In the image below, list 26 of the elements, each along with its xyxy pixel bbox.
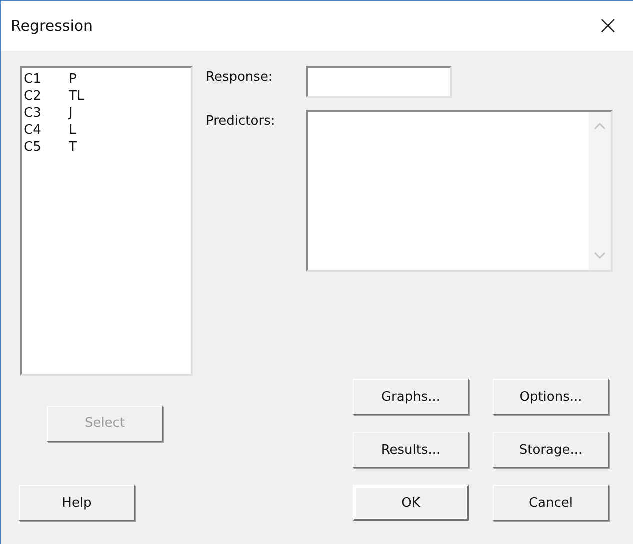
variable-name[interactable]: L bbox=[69, 122, 76, 139]
dialog-button[interactable]: Graphs... bbox=[353, 379, 469, 415]
predictors-label: Predictors: bbox=[206, 113, 276, 131]
dialog-button[interactable]: OK bbox=[353, 485, 469, 521]
variable-list[interactable]: C1 P C2 TL C3 J C4 L C5 T bbox=[20, 66, 193, 376]
variable-name[interactable]: J bbox=[69, 105, 73, 122]
column-id[interactable]: C5 bbox=[24, 139, 69, 156]
response-field[interactable] bbox=[306, 66, 452, 98]
dialog-button[interactable]: Cancel bbox=[493, 485, 609, 521]
dialog-button[interactable]: Options... bbox=[493, 379, 609, 415]
scroll-up-icon[interactable] bbox=[594, 122, 606, 130]
scroll-down-icon[interactable] bbox=[594, 252, 606, 260]
dialog-button[interactable]: Results... bbox=[353, 432, 469, 468]
close-button[interactable]: × bbox=[593, 11, 623, 41]
variable-name[interactable]: P bbox=[69, 71, 77, 88]
column-id[interactable]: C3 bbox=[24, 105, 69, 122]
column-id[interactable]: C4 bbox=[24, 122, 69, 139]
variable-name[interactable]: TL bbox=[69, 88, 84, 105]
column-id[interactable]: C1 bbox=[24, 71, 69, 88]
column-id[interactable]: C2 bbox=[24, 88, 69, 105]
dialog-button[interactable]: Storage... bbox=[493, 432, 609, 468]
response-label: Response: bbox=[206, 69, 274, 87]
help-button[interactable]: Help bbox=[19, 485, 135, 521]
window-title: Regression bbox=[11, 17, 94, 35]
variable-name[interactable]: T bbox=[69, 139, 77, 156]
predictors-field[interactable] bbox=[306, 110, 613, 272]
